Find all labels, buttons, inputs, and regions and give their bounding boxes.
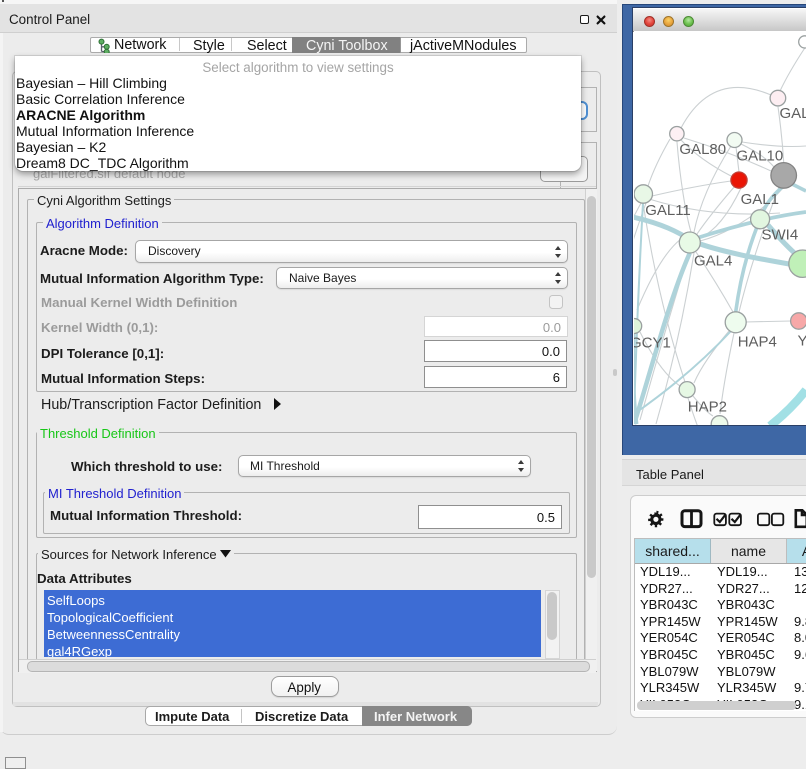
svg-text:HAP4: HAP4 bbox=[738, 334, 777, 351]
svg-text:GAL80: GAL80 bbox=[679, 141, 726, 158]
svg-text:YL: YL bbox=[798, 333, 806, 350]
svg-text:GAL10: GAL10 bbox=[737, 148, 784, 165]
svg-text:GAL4: GAL4 bbox=[694, 253, 732, 270]
svg-text:GCY1: GCY1 bbox=[634, 335, 671, 352]
svg-text:GAL1: GAL1 bbox=[741, 191, 779, 208]
svg-text:SWI4: SWI4 bbox=[762, 227, 799, 244]
svg-text:GAL7: GAL7 bbox=[780, 105, 806, 122]
svg-text:GAL11: GAL11 bbox=[645, 202, 691, 219]
svg-text:HAP2: HAP2 bbox=[688, 399, 727, 416]
